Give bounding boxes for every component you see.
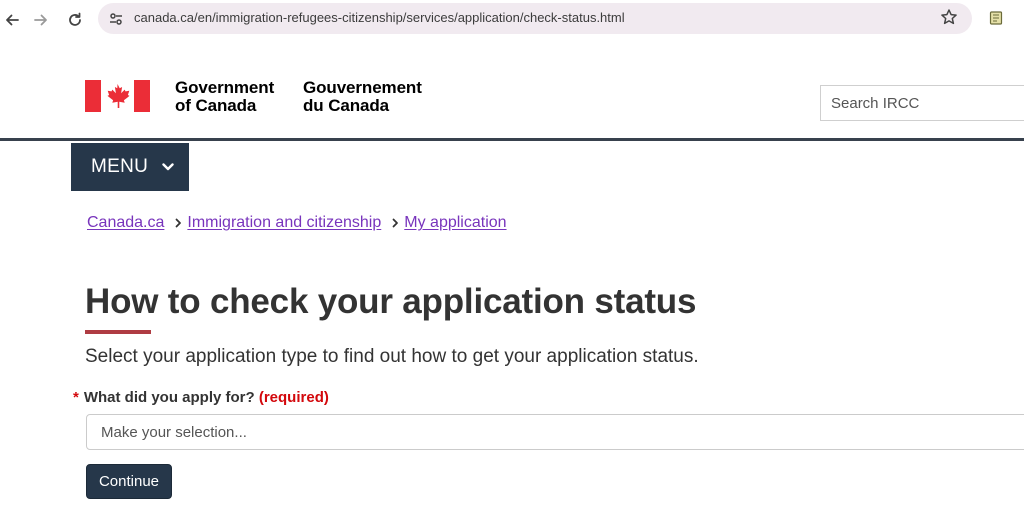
page-title: How to check your application status: [85, 282, 697, 321]
url-text[interactable]: canada.ca/en/immigration-refugees-citize…: [134, 10, 625, 25]
address-bar[interactable]: canada.ca/en/immigration-refugees-citize…: [98, 3, 972, 34]
continue-button[interactable]: Continue: [86, 464, 172, 499]
breadcrumb: Canada.ca Immigration and citizenship My…: [87, 214, 507, 232]
signature-fr-line1: Gouvernement: [303, 78, 422, 97]
application-type-select[interactable]: Make your selection...: [86, 414, 1024, 450]
browser-toolbar: canada.ca/en/immigration-refugees-citize…: [0, 0, 1024, 40]
site-settings-icon[interactable]: [108, 11, 124, 32]
chevron-right-icon: [175, 218, 182, 228]
intro-text: Select your application type to find out…: [85, 346, 699, 367]
chevron-right-icon: [392, 218, 399, 228]
application-type-label: * What did you apply for? (required): [73, 389, 329, 406]
signature-en-line2: of Canada: [175, 96, 257, 115]
field-label-text: What did you apply for?: [83, 389, 255, 406]
forward-icon[interactable]: [29, 8, 53, 32]
breadcrumb-link-canada[interactable]: Canada.ca: [87, 214, 164, 232]
required-text: (required): [258, 389, 329, 406]
back-icon[interactable]: [0, 8, 24, 32]
breadcrumb-link-my-application[interactable]: My application: [404, 214, 506, 232]
search-input[interactable]: [821, 86, 1024, 120]
required-marker: *: [73, 389, 79, 406]
menu-label: MENU: [91, 156, 149, 177]
search-box[interactable]: [820, 85, 1024, 121]
select-value: Make your selection...: [101, 423, 247, 441]
title-underline: [85, 330, 151, 334]
signature-fr-line2: du Canada: [303, 96, 390, 115]
government-of-canada-signature-fr[interactable]: Gouvernement du Canada: [303, 79, 422, 115]
breadcrumb-link-immigration[interactable]: Immigration and citizenship: [187, 214, 381, 232]
site-header: Government of Canada Gouvernement du Can…: [0, 40, 1024, 141]
canada-flag-icon[interactable]: [85, 80, 150, 112]
chevron-down-icon: [162, 162, 174, 172]
government-of-canada-signature-en[interactable]: Government of Canada: [175, 79, 274, 115]
menu-button[interactable]: MENU: [71, 143, 189, 191]
extension-icon[interactable]: [988, 10, 1004, 26]
reload-icon[interactable]: [63, 8, 87, 32]
bookmark-star-icon[interactable]: [940, 8, 958, 31]
signature-en-line1: Government: [175, 78, 275, 97]
